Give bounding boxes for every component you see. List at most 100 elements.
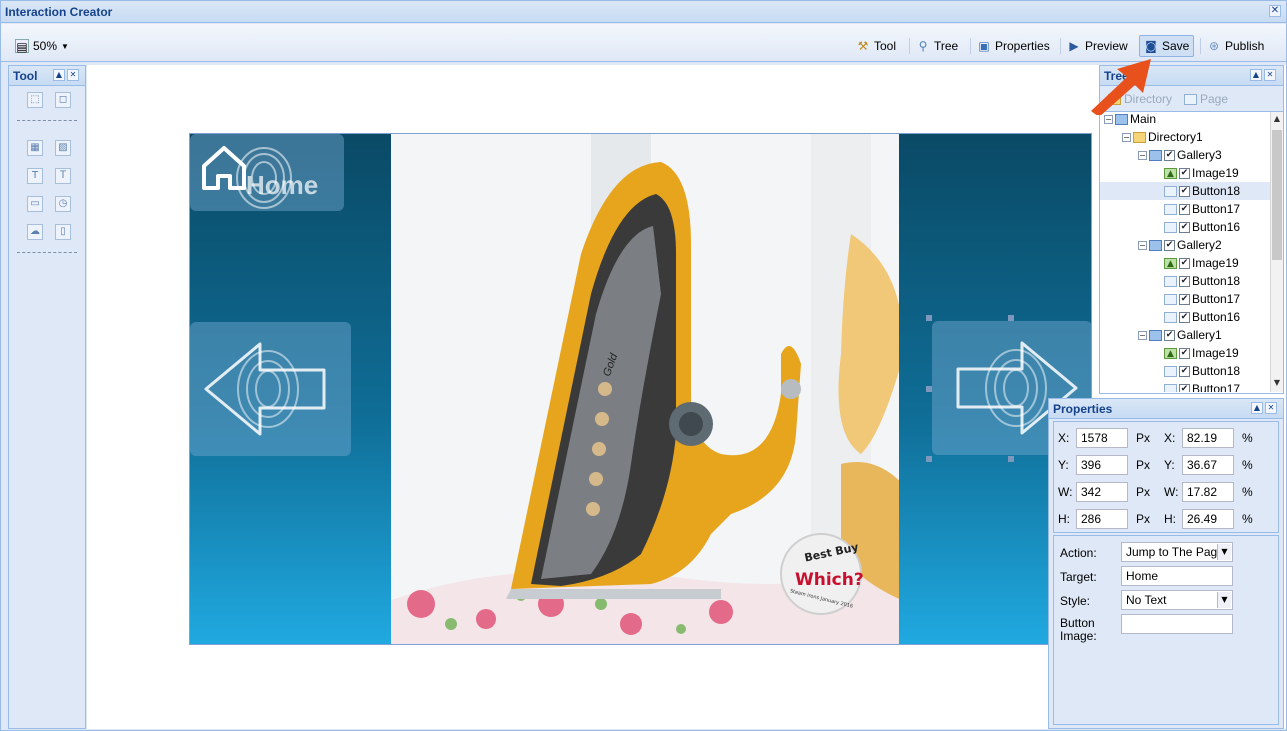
visibility-checkbox[interactable]: ✔ — [1179, 221, 1190, 233]
collapse-icon[interactable]: ▲ — [53, 69, 65, 81]
visibility-checkbox[interactable]: ✔ — [1179, 203, 1190, 215]
collapse-toggle-icon[interactable]: − — [1122, 132, 1131, 142]
text-tool-icon[interactable]: Ｔ — [55, 168, 71, 184]
tree-item-label: Button16 — [1192, 220, 1241, 234]
prop-px-field[interactable]: 342 — [1076, 482, 1128, 502]
visibility-checkbox[interactable]: ✔ — [1179, 293, 1190, 305]
scroll-up-icon[interactable]: ▲ — [1272, 114, 1282, 123]
prop-px-field[interactable]: 396 — [1076, 455, 1128, 475]
tree-view[interactable]: − Main − Directory1− ✔ Gallery3 ▲ ✔ Image19 ✔ Bu… — [1100, 112, 1270, 392]
prop-pct-field[interactable]: 26.49 — [1182, 509, 1234, 529]
scroll-down-icon[interactable]: ▼ — [1272, 378, 1282, 387]
page-stage[interactable]: Best Buy Which? Steam irons January 2016… — [189, 133, 1092, 645]
collapse-toggle-icon[interactable]: − — [1104, 114, 1113, 124]
prop-unit-label: Px — [1136, 431, 1151, 445]
shape-tool-icon[interactable]: ☁ — [27, 224, 43, 240]
tree-scrollbar[interactable]: ▲ ▼ — [1270, 112, 1283, 392]
collapse-toggle-icon[interactable]: − — [1138, 240, 1147, 250]
prop-pct-field[interactable]: 36.67 — [1182, 455, 1234, 475]
button-tool-icon[interactable]: ▭ — [27, 196, 43, 212]
page-tool-icon[interactable]: ▯ — [55, 224, 71, 240]
tree-item-gallery[interactable]: − ✔ Gallery2 — [1138, 236, 1222, 254]
tab-page[interactable]: Page — [1184, 92, 1228, 106]
resize-handle[interactable] — [926, 456, 932, 462]
close-icon[interactable]: ✕ — [67, 69, 79, 81]
tree-item-button[interactable]: ✔ Button16 — [1164, 218, 1240, 236]
hotspot-tool-icon[interactable]: ◻ — [55, 92, 71, 108]
resize-handle[interactable] — [1008, 315, 1014, 321]
select-area-tool-icon[interactable]: ⬚ — [27, 92, 43, 108]
toolbar-properties-button[interactable]: ▣ Properties — [977, 37, 1049, 55]
tool-panel: Tool ▲ ✕ ⬚ ◻ ▦ ▨ T Ｔ ▭ ◷ ☁ ▯ — [8, 65, 86, 729]
visibility-checkbox[interactable]: ✔ — [1179, 257, 1190, 269]
tree-item-image[interactable]: ▲ ✔ Image19 — [1164, 344, 1239, 362]
badge-which: Which? — [795, 570, 864, 590]
tree-item-button[interactable]: ✔ Button18 — [1100, 182, 1270, 200]
scroll-thumb[interactable] — [1272, 130, 1282, 260]
prop-pct-field[interactable]: 82.19 — [1182, 428, 1234, 448]
button-image-label: Button — [1060, 616, 1095, 630]
close-icon[interactable]: ✕ — [1264, 69, 1276, 81]
visibility-checkbox[interactable]: ✔ — [1164, 239, 1175, 251]
tool-panel-header: Tool ▲ ✕ — [9, 66, 85, 86]
tree-item-button[interactable]: ✔ Button18 — [1164, 272, 1240, 290]
tab-page-label: Page — [1200, 92, 1229, 106]
style-select[interactable]: No Text ▼ — [1121, 590, 1233, 610]
visibility-checkbox[interactable]: ✔ — [1179, 365, 1190, 377]
toolbar-save-button[interactable]: ◙ Save — [1139, 35, 1195, 57]
prop-px-field[interactable]: 1578 — [1076, 428, 1128, 448]
tree-item-gallery[interactable]: − ✔ Gallery3 — [1138, 146, 1222, 164]
tree-item-button[interactable]: ✔ Button17 — [1164, 290, 1240, 308]
visibility-checkbox[interactable]: ✔ — [1179, 347, 1190, 359]
zoom-select[interactable]: ▤ 50% ▼ — [15, 37, 69, 55]
resize-handle[interactable] — [926, 386, 932, 392]
chevron-down-icon[interactable]: ▼ — [1217, 544, 1231, 560]
resize-handle[interactable] — [1008, 456, 1014, 462]
image-icon: ▲ — [1164, 257, 1177, 269]
prop-label: W: — [1058, 485, 1073, 499]
tree-item-button[interactable]: ✔ Button16 — [1164, 308, 1240, 326]
collapse-icon[interactable]: ▲ — [1251, 402, 1263, 414]
close-icon[interactable]: ✕ — [1265, 402, 1277, 414]
text-box-tool-icon[interactable]: T — [27, 168, 43, 184]
home-button[interactable]: Home — [190, 134, 344, 211]
image-tool-icon[interactable]: ▨ — [55, 140, 71, 156]
tree-item-image[interactable]: ▲ ✔ Image19 — [1164, 254, 1239, 272]
tree-item-gallery[interactable]: − ✔ Gallery1 — [1138, 326, 1222, 344]
toolbar-tree-button[interactable]: ⚲ Tree — [916, 37, 959, 55]
action-select[interactable]: Jump to The Page ▼ — [1121, 542, 1233, 562]
visibility-checkbox[interactable]: ✔ — [1164, 329, 1175, 341]
visibility-checkbox[interactable]: ✔ — [1179, 383, 1190, 392]
toolbar-publish-button[interactable]: ⊛ Publish — [1207, 37, 1264, 55]
resize-handle[interactable] — [926, 315, 932, 321]
toolbar-preview-button[interactable]: ▶ Preview — [1067, 37, 1127, 55]
toolbar-publish-label: Publish — [1225, 39, 1265, 53]
iron-illustration — [391, 134, 899, 644]
tree-item-button[interactable]: ✔ Button17 — [1164, 380, 1240, 392]
tree-item-button[interactable]: ✔ Button18 — [1164, 362, 1240, 380]
target-field[interactable]: Home — [1121, 566, 1233, 586]
collapse-toggle-icon[interactable]: − — [1138, 330, 1147, 340]
collapse-toggle-icon[interactable]: − — [1138, 150, 1147, 160]
toolbar-tool-button[interactable]: ⚒ Tool — [856, 37, 896, 55]
chevron-down-icon: ▼ — [61, 41, 69, 51]
tree-item-button[interactable]: ✔ Button17 — [1164, 200, 1240, 218]
visibility-checkbox[interactable]: ✔ — [1179, 167, 1190, 179]
button-image-field[interactable] — [1121, 614, 1233, 634]
visibility-checkbox[interactable]: ✔ — [1179, 311, 1190, 323]
tree-item-folder[interactable]: − Directory1 — [1122, 128, 1203, 146]
previous-page-button[interactable] — [190, 322, 351, 456]
visibility-checkbox[interactable]: ✔ — [1164, 149, 1175, 161]
button-icon — [1164, 383, 1177, 392]
collapse-icon[interactable]: ▲ — [1250, 69, 1262, 81]
chevron-down-icon[interactable]: ▼ — [1217, 592, 1231, 608]
timer-tool-icon[interactable]: ◷ — [55, 196, 71, 212]
prop-pct-unit: % — [1242, 485, 1253, 499]
visibility-checkbox[interactable]: ✔ — [1179, 185, 1190, 197]
prop-pct-field[interactable]: 17.82 — [1182, 482, 1234, 502]
tree-item-image[interactable]: ▲ ✔ Image19 — [1164, 164, 1239, 182]
visibility-checkbox[interactable]: ✔ — [1179, 275, 1190, 287]
window-close-icon[interactable]: ✕ — [1269, 5, 1281, 17]
film-tool-icon[interactable]: ▦ — [27, 140, 43, 156]
prop-px-field[interactable]: 286 — [1076, 509, 1128, 529]
